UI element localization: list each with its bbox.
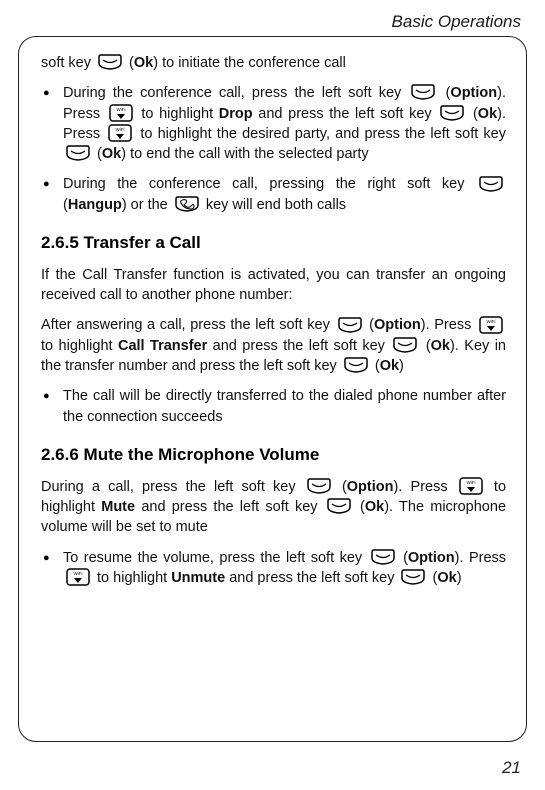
bc1-j: Ok [102,146,121,162]
softkey-icon [343,356,369,374]
bc2-b: Hangup [68,197,122,213]
p265b-e: Call Transfer [118,338,207,354]
bc1-e: Drop [219,106,253,122]
bullet-conf-1: During the conference call, press the le… [41,83,506,164]
svg-text:WiFi: WiFi [74,571,83,576]
page-header: Basic Operations [18,12,527,36]
bc1-d: to highlight [141,106,218,122]
softkey-icon [478,175,504,193]
b266-a: To resume the volume, press the left sof… [63,550,368,566]
p266-b: Option [347,479,394,495]
section-265-heading: 2.6.5 Transfer a Call [41,231,506,255]
softkey-icon [370,548,396,566]
svg-text:WiFi: WiFi [116,127,125,132]
intro-text-post: ) to initiate the conference call [153,55,346,71]
nav-key-icon: WiFi [108,103,134,123]
p266-e: Mute [101,499,135,515]
bullet-265: The call will be directly transferred to… [41,386,506,427]
svg-text:WiFi: WiFi [487,319,496,324]
bullet-266: To resume the volume, press the left sof… [41,548,506,589]
nav-key-icon: WiFi [478,315,504,335]
p265b-c: ). Press [421,317,476,333]
p265b-j: ) [399,358,404,374]
intro-text-pre: soft key [41,55,95,71]
section-266-heading: 2.6.6 Mute the Microphone Volume [41,443,506,467]
bc1-b: Option [450,85,497,101]
bc1-g: Ok [478,106,497,122]
softkey-icon [400,568,426,586]
b266-b: Option [408,550,455,566]
bc2-d: key will end both calls [206,197,346,213]
p265b-d: to highlight [41,338,118,354]
b266-h: ) [457,570,462,586]
softkey-icon [326,497,352,515]
p266-a: During a call, press the left soft key [41,479,304,495]
b266-g: Ok [437,570,456,586]
bc1-f: and press the left soft key [253,106,438,122]
p266-f: and press the left soft key [135,499,324,515]
nav-key-icon: WiFi [107,123,133,143]
nav-key-icon: WiFi [65,567,91,587]
softkey-icon [65,144,91,162]
bc1-i: to highlight the desired party, and pres… [140,126,506,142]
bc1-k: ) to end the call with the selected part… [121,146,368,162]
softkey-icon [439,104,465,122]
p266-c: ). Press [394,479,456,495]
b266-f: and press the left soft key [225,570,398,586]
content-frame: soft key (Ok) to initiate the conference… [18,36,527,742]
bc2-a: During the conference call, pressing the… [63,176,476,192]
softkey-icon [306,477,332,495]
p265-steps: After answering a call, press the left s… [41,315,506,376]
p265b-g: Ok [431,338,450,354]
b266-c: ). Press [455,550,506,566]
p266-steps: During a call, press the left soft key (… [41,477,506,538]
nav-key-icon: WiFi [458,476,484,496]
softkey-icon [392,336,418,354]
softkey-icon [97,53,123,71]
page-number: 21 [502,758,521,778]
end-key-icon [174,195,200,213]
p265b-a: After answering a call, press the left s… [41,317,335,333]
intro-ok-label: Ok [134,55,153,71]
p265-intro: If the Call Transfer function is activat… [41,265,506,306]
softkey-icon [337,316,363,334]
bullet-conf-2: During the conference call, pressing the… [41,174,506,215]
svg-text:WiFi: WiFi [466,480,475,485]
b266-e: Unmute [171,570,225,586]
softkey-icon [410,83,436,101]
p265b-b: Option [374,317,421,333]
p265b-f: and press the left soft key [207,338,390,354]
p265b-i: Ok [380,358,399,374]
b266-d: to highlight [97,570,171,586]
bc2-c: ) or the [122,197,172,213]
svg-text:WiFi: WiFi [116,107,125,112]
bc1-a: During the conference call, press the le… [63,85,408,101]
p266-g: Ok [365,499,384,515]
intro-paragraph: soft key (Ok) to initiate the conference… [41,53,506,73]
